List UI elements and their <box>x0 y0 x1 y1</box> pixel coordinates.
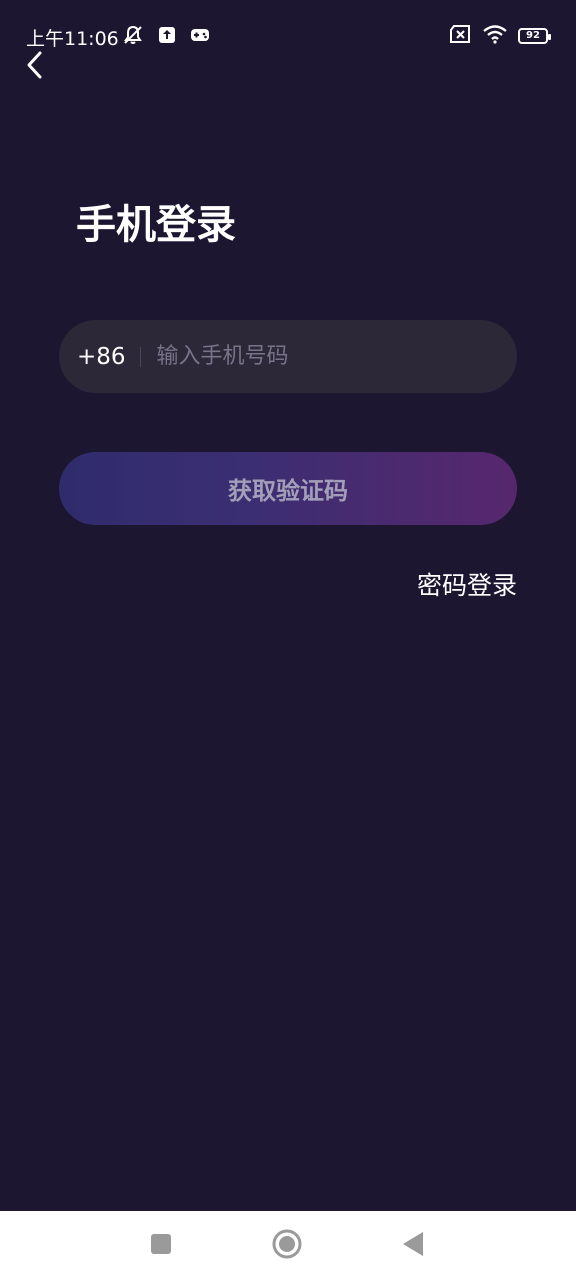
wifi-icon <box>482 24 508 48</box>
get-code-button[interactable]: 获取验证码 <box>59 452 517 525</box>
battery-icon: 92 <box>518 28 551 44</box>
password-login-link[interactable]: 密码登录 <box>417 566 517 602</box>
phone-field: +86 <box>59 320 517 393</box>
status-icons-left <box>122 24 210 50</box>
status-bar: 上午11:06 92 <box>0 0 576 60</box>
phone-input[interactable] <box>154 343 517 370</box>
home-icon <box>272 1229 302 1263</box>
recent-apps-button[interactable] <box>146 1231 176 1261</box>
status-time: 上午11:06 <box>26 28 119 50</box>
country-code[interactable]: +86 <box>77 344 126 370</box>
upload-icon <box>158 26 176 48</box>
navigation-bar <box>0 1211 576 1280</box>
bell-off-icon <box>122 24 144 50</box>
gamepad-icon <box>190 26 210 48</box>
back-icon <box>401 1231 425 1261</box>
recent-apps-icon <box>150 1233 172 1259</box>
chevron-left-icon <box>25 50 45 84</box>
home-button[interactable] <box>272 1229 302 1263</box>
sim-off-icon <box>448 24 472 48</box>
nav-back-button[interactable] <box>398 1231 428 1261</box>
country-code-divider <box>139 346 141 367</box>
battery-level: 92 <box>526 30 540 41</box>
status-icons-right: 92 <box>448 24 551 48</box>
back-button[interactable] <box>18 50 52 84</box>
page-title: 手机登录 <box>76 202 236 248</box>
login-screen: 上午11:06 92 手机登录 +86 输入手机号码 获取验证码 密码登录 <box>0 0 576 1280</box>
